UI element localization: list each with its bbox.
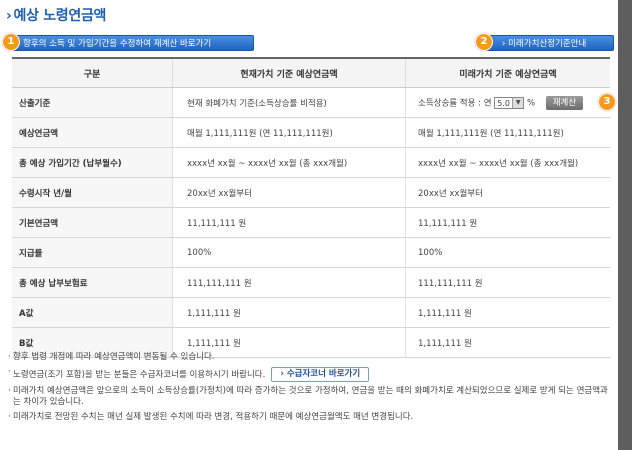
- pension-corner-button[interactable]: › 수급자코너 바로가기: [271, 367, 370, 382]
- table-row: A값 1,111,111 원 1,111,111 원: [12, 297, 610, 328]
- cell-future: 매월 1,111,111원 (연 11,111,111원): [405, 117, 610, 148]
- row-label: 기본연금액: [12, 207, 173, 238]
- cell-current: 매월 1,111,111원 (연 11,111,111원): [172, 117, 406, 148]
- row-label: A값: [12, 297, 173, 328]
- cell-current: xxxx년 xx월 ~ xxxx년 xx월 (총 xxx개월): [172, 147, 406, 178]
- row-label: 수령시작 년/월: [12, 177, 173, 208]
- cell-current: 100%: [172, 237, 406, 268]
- header-current: 현재가치 기준 예상연금액: [172, 58, 406, 88]
- page-title-text: 예상 노령연금액: [13, 8, 107, 24]
- table-row: 수령시작 년/월 20xx년 xx월부터 20xx년 xx월부터: [12, 177, 610, 208]
- chevron-down-icon: ▼: [512, 97, 524, 108]
- header-category: 구분: [12, 58, 173, 88]
- table-row: 총 예상 납부보험료 111,111,111 원 111,111,111 원: [12, 267, 610, 298]
- cell-future: 111,111,111 원: [405, 267, 610, 298]
- table-row: 산출기준 현재 화폐가치 기준(소득상승률 비적용) 소득상승률 적용 : 연 …: [12, 87, 610, 118]
- row-label: 예상연금액: [12, 117, 173, 148]
- note-item: 미래가치로 전망된 수치는 매년 실제 발생된 수치에 따라 변경, 적용하기 …: [8, 412, 613, 423]
- row-label: 산출기준: [12, 87, 173, 118]
- cell-current: 현재 화폐가치 기준(소득상승률 비적용): [172, 87, 406, 118]
- future-guide-label: 미래가치산정기준안내: [508, 39, 587, 49]
- recalculate-button[interactable]: 재계산: [545, 95, 584, 110]
- income-rate-select[interactable]: 5.0 ▼: [494, 96, 525, 109]
- cell-future: 100%: [405, 237, 610, 268]
- table-row: 지급률 100% 100%: [12, 237, 610, 268]
- cell-current: 111,111,111 원: [172, 267, 406, 298]
- note-item: 노령연금(조기 포함)을 받는 분들은 수급자코너를 이용하시기 바랍니다. › …: [8, 367, 613, 382]
- badge-1: 1: [2, 33, 20, 51]
- cell-future: 소득상승률 적용 : 연 5.0 ▼ % 재계산: [405, 87, 610, 118]
- income-rate-value: 5.0: [497, 98, 510, 108]
- recalc-link-label: 향후의 소득 및 가입기간을 수정하여 재계산 바로가기: [23, 39, 212, 49]
- badge-3: 3: [598, 93, 616, 111]
- notes-list: 향후 법령 개정에 따라 예상연금액이 변동될 수 있습니다. 노령연금(조기 …: [8, 352, 613, 427]
- page-title: › 예상 노령연금액: [6, 5, 106, 25]
- chevron-right-icon: ›: [6, 8, 12, 24]
- percent-label: %: [526, 98, 536, 108]
- pension-table: 구분 현재가치 기준 예상연금액 미래가치 기준 예상연금액 산출기준 현재 화…: [12, 57, 610, 358]
- cell-future: 11,111,111 원: [405, 207, 610, 238]
- badge-2: 2: [475, 33, 493, 51]
- table-row: 예상연금액 매월 1,111,111원 (연 11,111,111원) 매월 1…: [12, 117, 610, 148]
- recalc-link-button[interactable]: 향후의 소득 및 가입기간을 수정하여 재계산 바로가기: [8, 35, 254, 51]
- table-row: 총 예상 가입기간 (납부월수) xxxx년 xx월 ~ xxxx년 xx월 (…: [12, 147, 610, 178]
- cell-current: 20xx년 xx월부터: [172, 177, 406, 208]
- note-item: 향후 법령 개정에 따라 예상연금액이 변동될 수 있습니다.: [8, 352, 613, 363]
- income-rate-label: 소득상승률 적용 : 연: [418, 98, 492, 108]
- cell-current: 11,111,111 원: [172, 207, 406, 238]
- table-row: 기본연금액 11,111,111 원 11,111,111 원: [12, 207, 610, 238]
- row-label: 총 예상 납부보험료: [12, 267, 173, 298]
- cell-current: 1,111,111 원: [172, 297, 406, 328]
- cell-future: xxxx년 xx월 ~ xxxx년 xx월 (총 xxx개월): [405, 147, 610, 178]
- future-value-guide-button[interactable]: › 미래가치산정기준안내: [483, 35, 614, 51]
- table-header-row: 구분 현재가치 기준 예상연금액 미래가치 기준 예상연금액: [12, 58, 610, 88]
- cell-future: 20xx년 xx월부터: [405, 177, 610, 208]
- content-panel: › 예상 노령연금액 향후의 소득 및 가입기간을 수정하여 재계산 바로가기 1…: [0, 0, 618, 450]
- cell-future: 1,111,111 원: [405, 297, 610, 328]
- row-label: 총 예상 가입기간 (납부월수): [12, 147, 173, 178]
- note-text: 노령연금(조기 포함)을 받는 분들은 수급자코너를 이용하시기 바랍니다.: [13, 370, 266, 380]
- note-item: 미래가치 예상연금액은 앞으로의 소득이 소득상승률(가정치)에 따라 증가하는…: [8, 386, 613, 408]
- row-label: 지급률: [12, 237, 173, 268]
- header-future: 미래가치 기준 예상연금액: [405, 58, 610, 88]
- pension-corner-label: 수급자코너 바로가기: [286, 369, 361, 379]
